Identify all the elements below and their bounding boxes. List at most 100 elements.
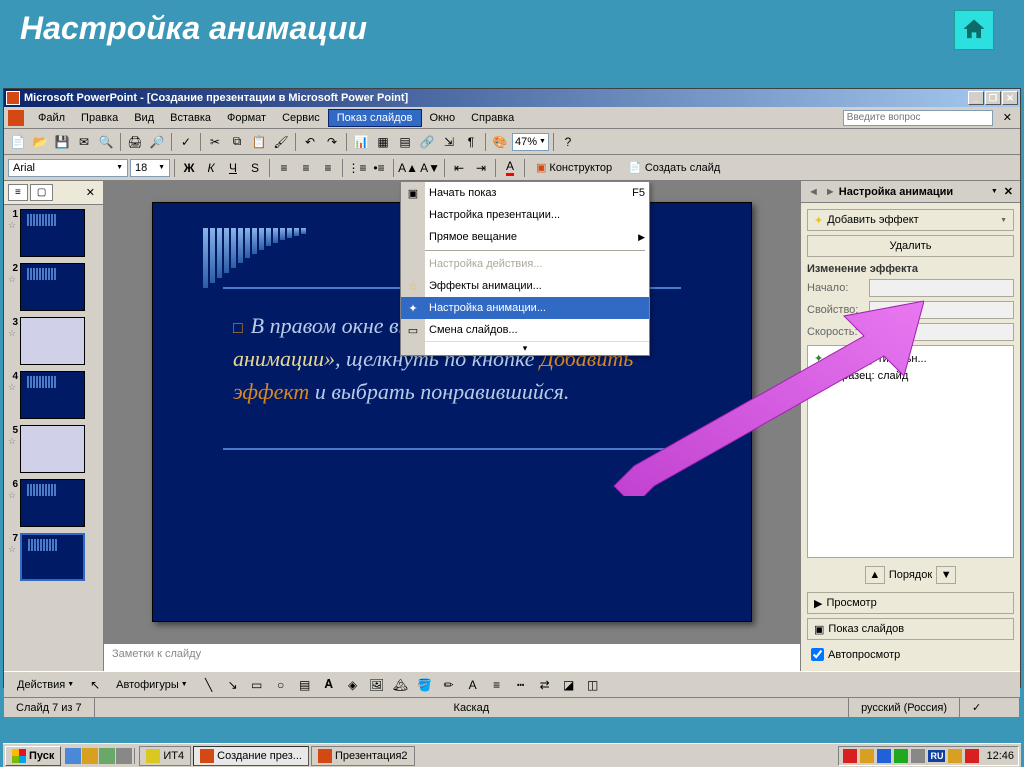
tray-icon-3[interactable]: [877, 749, 891, 763]
fill-color-icon[interactable]: 🪣: [415, 675, 435, 695]
close-button[interactable]: ✕: [1002, 91, 1018, 105]
wordart-icon[interactable]: 𝐀: [319, 675, 339, 695]
shadow-style-icon[interactable]: ◪: [559, 675, 579, 695]
increase-font-icon[interactable]: A▲: [398, 158, 418, 178]
arrow-style-icon[interactable]: ⇄: [535, 675, 555, 695]
panel-close-button[interactable]: ✕: [82, 186, 99, 199]
list-item[interactable]: ✦Образец: слайд: [812, 367, 1009, 384]
task-create-presentation[interactable]: Создание през...: [193, 746, 309, 766]
menu-window[interactable]: Окно: [422, 110, 464, 126]
numbering-icon[interactable]: ⋮≡: [347, 158, 367, 178]
actions-button[interactable]: Действия▼: [10, 676, 81, 694]
rect-icon[interactable]: ▭: [247, 675, 267, 695]
search-icon[interactable]: 🔍: [96, 132, 116, 152]
help-search-input[interactable]: [843, 110, 993, 126]
font-color-icon[interactable]: A: [500, 158, 520, 178]
ql-icon-1[interactable]: [65, 748, 81, 764]
table-icon[interactable]: ▦: [373, 132, 393, 152]
ql-icon-4[interactable]: [116, 748, 132, 764]
mail-icon[interactable]: ✉: [74, 132, 94, 152]
start-button[interactable]: Пуск: [5, 746, 61, 766]
slides-tab[interactable]: ▢: [30, 184, 53, 201]
formatpaint-icon[interactable]: 🖌: [271, 132, 291, 152]
align-center-icon[interactable]: ≡: [296, 158, 316, 178]
tables-icon[interactable]: ▤: [395, 132, 415, 152]
preview-icon[interactable]: 🔎: [147, 132, 167, 152]
align-left-icon[interactable]: ≡: [274, 158, 294, 178]
task-it4[interactable]: ИТ4: [139, 746, 191, 766]
menu-expand-button[interactable]: ▾: [401, 341, 649, 355]
bullets-icon[interactable]: •≡: [369, 158, 389, 178]
line-color-icon[interactable]: ✏: [439, 675, 459, 695]
tray-icon-6[interactable]: [948, 749, 962, 763]
decrease-indent-icon[interactable]: ⇤: [449, 158, 469, 178]
tray-icon-5[interactable]: [911, 749, 925, 763]
pane-back-button[interactable]: ◄: [805, 186, 822, 198]
autopreview-checkbox[interactable]: [811, 648, 824, 661]
save-icon[interactable]: 💾: [52, 132, 72, 152]
mdi-close-button[interactable]: ✕: [999, 111, 1016, 124]
menu-insert[interactable]: Вставка: [162, 110, 219, 126]
minimize-button[interactable]: _: [968, 91, 984, 105]
home-icon[interactable]: [954, 10, 994, 50]
spellcheck-icon[interactable]: ✓: [176, 132, 196, 152]
decrease-font-icon[interactable]: A▼: [420, 158, 440, 178]
pane-dropdown-button[interactable]: ▼: [988, 188, 1001, 195]
menu-custom-animation[interactable]: ✦Настройка анимации...: [401, 297, 649, 319]
hyperlink-icon[interactable]: 🔗: [417, 132, 437, 152]
increase-indent-icon[interactable]: ⇥: [471, 158, 491, 178]
add-effect-button[interactable]: ✦Добавить эффект: [807, 209, 1014, 231]
move-down-button[interactable]: ▼: [936, 566, 956, 584]
font-color-icon[interactable]: A: [463, 675, 483, 695]
effects-list[interactable]: ✦Образец: титульн... ✦Образец: слайд: [807, 345, 1014, 558]
italic-icon[interactable]: К: [201, 158, 221, 178]
showhide-icon[interactable]: ¶: [461, 132, 481, 152]
property-select[interactable]: [869, 301, 1014, 319]
notes-area[interactable]: Заметки к слайду: [104, 643, 800, 671]
remove-effect-button[interactable]: Удалить: [807, 235, 1014, 257]
menu-help[interactable]: Справка: [463, 110, 522, 126]
align-right-icon[interactable]: ≡: [318, 158, 338, 178]
cut-icon[interactable]: ✂: [205, 132, 225, 152]
new-icon[interactable]: 📄: [8, 132, 28, 152]
thumb-3[interactable]: 3☆: [8, 317, 99, 365]
oval-icon[interactable]: ○: [271, 675, 291, 695]
copy-icon[interactable]: ⧉: [227, 132, 247, 152]
chart-icon[interactable]: 📊: [351, 132, 371, 152]
color-icon[interactable]: 🎨: [490, 132, 510, 152]
menu-slideshow[interactable]: Показ слайдов: [328, 109, 422, 127]
speed-select[interactable]: [869, 323, 1014, 341]
language-badge[interactable]: RU: [928, 750, 945, 762]
tray-icon-7[interactable]: [965, 749, 979, 763]
underline-icon[interactable]: Ч: [223, 158, 243, 178]
paste-icon[interactable]: 📋: [249, 132, 269, 152]
dash-style-icon[interactable]: ┅: [511, 675, 531, 695]
shadow-icon[interactable]: S: [245, 158, 265, 178]
start-select[interactable]: [869, 279, 1014, 297]
pane-close-button[interactable]: ✕: [1001, 185, 1016, 198]
slideshow-button[interactable]: ▣Показ слайдов: [807, 618, 1014, 640]
task-presentation2[interactable]: Презентация2: [311, 746, 415, 766]
tray-icon-2[interactable]: [860, 749, 874, 763]
ql-icon-3[interactable]: [99, 748, 115, 764]
design-button[interactable]: ▣Конструктор: [529, 158, 619, 177]
arrow-icon[interactable]: ↘: [223, 675, 243, 695]
move-up-button[interactable]: ▲: [865, 566, 885, 584]
line-icon[interactable]: ╲: [199, 675, 219, 695]
textbox-icon[interactable]: ▤: [295, 675, 315, 695]
redo-icon[interactable]: ↷: [322, 132, 342, 152]
help-icon[interactable]: ?: [558, 132, 578, 152]
pointer-icon[interactable]: ↖: [85, 675, 105, 695]
menu-animation-effects[interactable]: ☆Эффекты анимации...: [401, 275, 649, 297]
menu-view[interactable]: Вид: [126, 110, 162, 126]
zoom-select[interactable]: 47%▼: [512, 133, 549, 151]
diagram-icon[interactable]: ◈: [343, 675, 363, 695]
bold-icon[interactable]: Ж: [179, 158, 199, 178]
undo-icon[interactable]: ↶: [300, 132, 320, 152]
picture-icon[interactable]: 🏔: [391, 675, 411, 695]
preview-button[interactable]: ▶Просмотр: [807, 592, 1014, 614]
restore-button[interactable]: ❐: [985, 91, 1001, 105]
menu-format[interactable]: Формат: [219, 110, 274, 126]
list-item[interactable]: ✦Образец: титульн...: [812, 350, 1009, 367]
tray-icon-4[interactable]: [894, 749, 908, 763]
